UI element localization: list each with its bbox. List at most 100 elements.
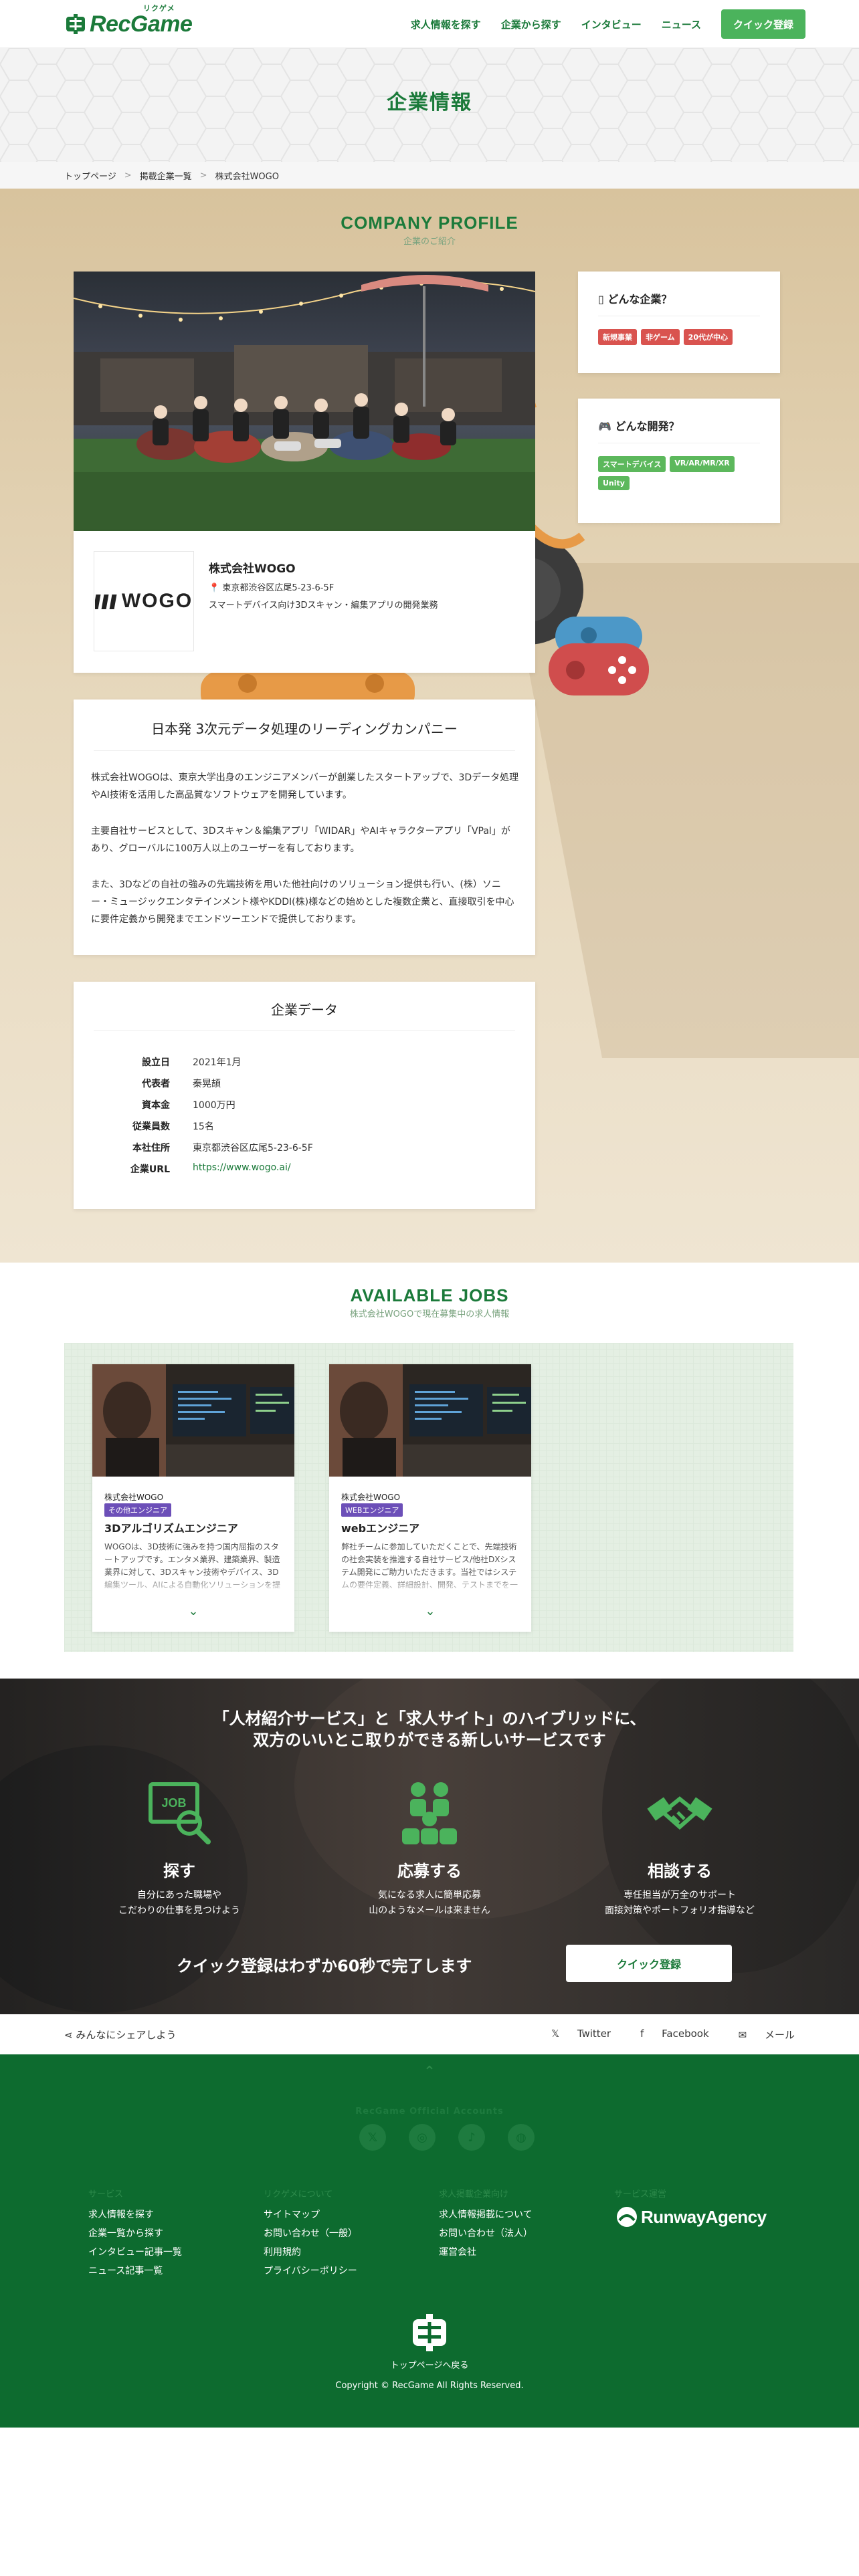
tag[interactable]: 20代が中心: [683, 329, 733, 345]
job-image: [92, 1364, 294, 1477]
site-logo[interactable]: RecGame リクゲメ: [64, 4, 193, 41]
job-image: [329, 1364, 531, 1477]
footer-logo-mark-icon[interactable]: [407, 2311, 452, 2353]
people-icon: [402, 1782, 457, 1844]
breadcrumb-company-list[interactable]: 掲載企業一覧: [140, 169, 192, 182]
footer-col-about: リクゲメについて サイトマップ お問い合わせ（一般） 利用規約 プライバシーポリ…: [264, 2187, 357, 2284]
footer-link[interactable]: 利用規約: [264, 2246, 357, 2258]
copyright: Copyright © RecGame All Rights Reserved.: [335, 2381, 524, 2391]
share-bar: ⋖ みんなにシェアしよう 𝕏 Twitter f Facebook ✉ メール: [0, 2014, 859, 2054]
footer-link[interactable]: お問い合わせ（一般）: [264, 2228, 357, 2240]
data-row: 企業URL https://www.wogo.ai/: [100, 1162, 502, 1177]
nav-company-search[interactable]: 企業から探す: [501, 17, 561, 31]
facebook-icon: f: [640, 2027, 648, 2040]
company-photo-image: [74, 272, 535, 531]
official-accounts-title: RecGame Official Accounts: [355, 2107, 504, 2117]
job-title[interactable]: webエンジニア: [341, 1519, 419, 1535]
tag[interactable]: 新規事業: [598, 329, 637, 345]
mail-icon: ✉: [738, 2028, 750, 2041]
chevron-down-icon[interactable]: ⌄: [185, 1604, 201, 1620]
share-twitter-text: Twitter: [577, 2027, 611, 2040]
data-key: 設立日: [142, 1057, 170, 1068]
company-logo-text: WOGO: [121, 590, 193, 612]
breadcrumb-separator: >: [199, 170, 207, 181]
footer-link[interactable]: インタビュー記事一覧: [88, 2246, 182, 2258]
company-summary-card: WOGO 株式会社WOGO 📍 東京都渋谷区広尾5-23-6-5F スマートデバ…: [74, 531, 535, 673]
company-photo: [74, 272, 535, 531]
share-icon: ⋖: [64, 2028, 73, 2041]
map-pin-icon: 📍: [209, 583, 220, 593]
share-facebook[interactable]: f Facebook: [626, 2028, 709, 2042]
job-card[interactable]: 株式会社WOGO その他エンジニア 3Dアルゴリズムエンジニア WOGOは、3D…: [92, 1364, 294, 1632]
breadcrumb-separator: >: [124, 170, 132, 181]
nav-news[interactable]: ニュース: [662, 17, 701, 31]
nav-interview[interactable]: インタビュー: [581, 17, 642, 31]
job-category-badge: その他エンジニア: [104, 1503, 171, 1517]
jobs-list: 株式会社WOGO その他エンジニア 3Dアルゴリズムエンジニア WOGOは、3D…: [64, 1343, 793, 1652]
job-search-icon: JOB: [149, 1782, 211, 1844]
share-label-text: みんなにシェアしよう: [76, 2028, 177, 2041]
service-apply-name: 応募する: [397, 1862, 462, 1881]
company-url-link[interactable]: https://www.wogo.ai/: [193, 1162, 291, 1177]
about-paragraph: 株式会社WOGOは、東京大学出身のエンジニアメンバーが創業したスタートアップで、…: [91, 772, 519, 800]
what-company-card: ▯ どんな企業？ 新規事業 非ゲーム 20代が中心: [578, 272, 780, 373]
job-image-graphic: [329, 1364, 531, 1477]
jobs-section-title: AVAILABLE JOBS: [350, 1285, 509, 1305]
footer-col-business: 求人掲載企業向け 求人情報掲載について お問い合わせ（法人） 運営会社: [439, 2187, 533, 2265]
footer-link[interactable]: 企業一覧から探す: [88, 2228, 182, 2240]
share-mail[interactable]: ✉ メール: [724, 2028, 795, 2042]
footer-link[interactable]: サイトマップ: [264, 2209, 357, 2221]
main-nav: 求人情報を探す 企業から探す インタビュー ニュース クイック登録: [391, 9, 805, 39]
logo-text: RecGame: [90, 11, 193, 37]
service-apply: 応募する 気になる求人に簡単応募 山のようなメールは来ません: [329, 1779, 530, 1919]
instagram-icon[interactable]: ◎: [409, 2124, 436, 2151]
service-search: JOB 探す 自分にあった職場や こだわりの仕事を見つけよう: [79, 1779, 280, 1919]
company-logo: WOGO: [94, 551, 194, 651]
footer-link[interactable]: ニュース記事一覧: [88, 2265, 182, 2277]
data-row: 本社住所 東京都渋谷区広尾5-23-6-5F: [100, 1141, 502, 1156]
tag[interactable]: スマートデバイス: [598, 456, 666, 472]
about-title: 日本発 3次元データ処理のリーディングカンパニー: [151, 721, 458, 737]
official-accounts: 𝕏 ◎ ♪ ◍: [348, 2124, 546, 2151]
company-description: スマートデバイス向け3Dスキャン・編集アプリの開発業務: [209, 601, 438, 611]
quick-register-text: クイック登録はわずか60秒で完了します: [177, 1957, 472, 1975]
quick-register-button[interactable]: クイック登録: [721, 9, 805, 39]
runway-agency-logo[interactable]: RunwayAgency: [615, 2206, 767, 2228]
back-to-top-link[interactable]: トップページへ戻る: [0, 2358, 859, 2371]
job-title[interactable]: 3Dアルゴリズムエンジニア: [104, 1519, 238, 1535]
tag[interactable]: VR/AR/MR/XR: [670, 456, 735, 472]
company-tags: 新規事業 非ゲーム 20代が中心: [598, 329, 765, 349]
chevron-down-icon[interactable]: ⌄: [422, 1604, 438, 1620]
nav-job-search[interactable]: 求人情報を探す: [411, 17, 481, 31]
share-twitter[interactable]: 𝕏 Twitter: [537, 2028, 611, 2042]
service-desc-line: 面接対策やポートフォリオ指導など: [605, 1905, 755, 1916]
about-paragraph: また、3Dなどの自社の強みの先端技術を用いた他社向けのソリューション提供も行い、…: [91, 879, 514, 925]
company-about-card: 日本発 3次元データ処理のリーディングカンパニー 株式会社WOGOは、東京大学出…: [74, 700, 535, 955]
footer-col-heading: 求人掲載企業向け: [439, 2189, 509, 2199]
share-links: 𝕏 Twitter f Facebook ✉ メール: [522, 2028, 795, 2042]
data-key: 企業URL: [130, 1164, 170, 1175]
job-icon-text: JOB: [161, 1796, 186, 1810]
footer-link[interactable]: 求人情報を探す: [88, 2209, 182, 2221]
job-card[interactable]: 株式会社WOGO WEBエンジニア webエンジニア 弊社チームに参加していただ…: [329, 1364, 531, 1632]
footer-link[interactable]: お問い合わせ（法人）: [439, 2228, 533, 2240]
divider: [94, 1030, 515, 1031]
x-icon[interactable]: 𝕏: [359, 2124, 386, 2151]
runway-agency-text: RunwayAgency: [641, 2206, 767, 2227]
fade-overlay: [329, 1576, 531, 1596]
data-key: 資本金: [142, 1100, 170, 1111]
line-icon[interactable]: ◍: [508, 2124, 535, 2151]
breadcrumb: トップページ > 掲載企業一覧 > 株式会社WOGO: [0, 162, 859, 189]
footer-link[interactable]: 求人情報掲載について: [439, 2209, 533, 2221]
breadcrumb-top[interactable]: トップページ: [64, 169, 116, 182]
tiktok-icon[interactable]: ♪: [458, 2124, 485, 2151]
quick-register-banner-button[interactable]: クイック登録: [566, 1945, 732, 1982]
tag[interactable]: Unity: [598, 476, 630, 490]
footer-link[interactable]: プライバシーポリシー: [264, 2265, 357, 2277]
footer-col-service: サービス 求人情報を探す 企業一覧から探す インタビュー記事一覧 ニュース記事一…: [88, 2187, 182, 2284]
footer-link[interactable]: 運営会社: [439, 2246, 533, 2258]
data-key: 本社住所: [132, 1143, 170, 1154]
chevron-up-icon[interactable]: ⌃: [421, 2064, 438, 2081]
tag[interactable]: 非ゲーム: [641, 329, 680, 345]
service-consult-desc: 専任担当が万全のサポート 面接対策やポートフォリオ指導など: [579, 1888, 780, 1919]
